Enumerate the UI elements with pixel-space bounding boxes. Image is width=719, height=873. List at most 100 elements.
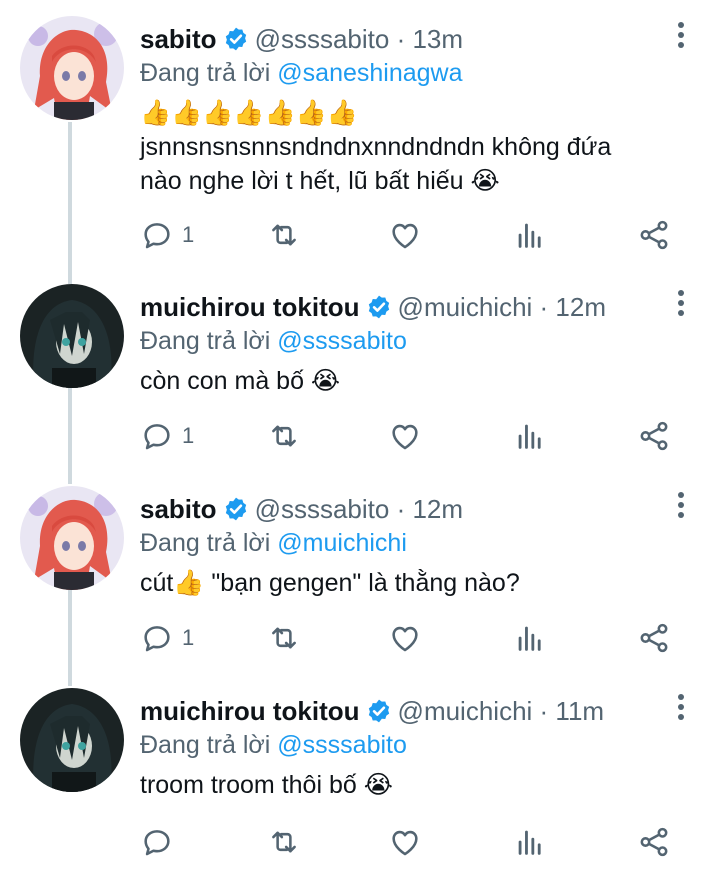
- share-icon: [637, 825, 671, 859]
- reply-button[interactable]: 1: [140, 618, 194, 658]
- share-button[interactable]: [637, 618, 671, 658]
- timestamp[interactable]: 12m: [555, 292, 606, 322]
- reply-button[interactable]: 1: [140, 416, 194, 456]
- reply-prefix: Đang trả lời: [140, 529, 271, 557]
- action-bar: [140, 822, 680, 862]
- analytics-button[interactable]: [513, 618, 547, 658]
- avatar-image: [20, 284, 124, 388]
- analytics-button[interactable]: [513, 416, 547, 456]
- action-bar: 1: [140, 215, 680, 255]
- tweet-text-line: troom troom thôi bố 😭: [140, 771, 393, 799]
- more-options-icon[interactable]: [677, 290, 685, 320]
- verified-badge-icon: [366, 294, 392, 328]
- reply-prefix: Đang trả lời: [140, 327, 271, 355]
- reply-count: 1: [182, 423, 195, 448]
- like-button[interactable]: [388, 215, 422, 255]
- retweet-button[interactable]: [267, 416, 301, 456]
- separator-dot: ·: [532, 696, 556, 726]
- timestamp[interactable]: 11m: [555, 696, 604, 726]
- share-icon: [637, 218, 671, 252]
- analytics-button[interactable]: [513, 215, 547, 255]
- reply-icon: [140, 621, 174, 655]
- retweet-button[interactable]: [267, 618, 301, 658]
- like-button[interactable]: [388, 416, 422, 456]
- avatar[interactable]: [20, 16, 124, 120]
- reply-prefix: Đang trả lời: [140, 59, 271, 87]
- reply-icon: [140, 218, 174, 252]
- like-button[interactable]: [388, 822, 422, 862]
- avatar[interactable]: [20, 486, 124, 590]
- display-name[interactable]: muichirou tokitou: [140, 292, 360, 322]
- timestamp[interactable]: 13m: [412, 24, 463, 54]
- heart-icon: [388, 218, 422, 252]
- user-handle[interactable]: @ssssabito: [255, 494, 390, 524]
- reply-mention-link[interactable]: @muichichi: [277, 529, 407, 557]
- action-bar: 1: [140, 416, 680, 456]
- verified-badge-icon: [223, 496, 249, 530]
- more-options-icon[interactable]: [677, 694, 685, 724]
- reply-mention-link[interactable]: @ssssabito: [277, 327, 407, 355]
- tweet[interactable]: muichirou tokitou @muichichi · 12m Đang t…: [0, 268, 719, 470]
- tweet-text-line: cút👍 "bạn gengen" là thằng nào?: [140, 569, 520, 597]
- reply-context: Đang trả lời @ssssabito: [140, 324, 407, 358]
- display-name[interactable]: sabito: [140, 24, 217, 54]
- heart-icon: [388, 621, 422, 655]
- avatar[interactable]: [20, 688, 124, 792]
- reply-prefix: Đang trả lời: [140, 731, 271, 759]
- share-icon: [637, 419, 671, 453]
- more-options-icon[interactable]: [677, 22, 685, 52]
- reply-count: 1: [182, 222, 195, 247]
- retweet-button[interactable]: [267, 822, 301, 862]
- tweet[interactable]: muichirou tokitou @muichichi · 11m Đang t…: [0, 672, 719, 873]
- retweet-icon: [267, 218, 301, 252]
- display-name[interactable]: sabito: [140, 494, 217, 524]
- reply-count: 1: [182, 625, 195, 650]
- reply-icon: [140, 419, 174, 453]
- tweet[interactable]: sabito @ssssabito · 12m Đang trả lời @mui…: [0, 470, 719, 672]
- retweet-icon: [267, 621, 301, 655]
- separator-dot: ·: [389, 24, 413, 54]
- reply-button[interactable]: [140, 822, 182, 862]
- tweet-text-line: jsnnsnsnsnnsndndnxnndndndn không đứa: [140, 133, 612, 161]
- avatar-image: [20, 486, 124, 590]
- reply-mention-link[interactable]: @saneshinagwa: [277, 59, 462, 87]
- retweet-button[interactable]: [267, 215, 301, 255]
- action-bar: 1: [140, 618, 680, 658]
- reply-context: Đang trả lời @muichichi: [140, 526, 407, 560]
- verified-badge-icon: [223, 26, 249, 60]
- user-handle[interactable]: @muichichi: [398, 292, 533, 322]
- avatar[interactable]: [20, 284, 124, 388]
- user-handle[interactable]: @muichichi: [398, 696, 533, 726]
- avatar-image: [20, 688, 124, 792]
- reply-icon: [140, 825, 174, 859]
- separator-dot: ·: [532, 292, 556, 322]
- bar-chart-icon: [513, 825, 547, 859]
- reply-context: Đang trả lời @ssssabito: [140, 728, 407, 762]
- bar-chart-icon: [513, 621, 547, 655]
- more-options-icon[interactable]: [677, 492, 685, 522]
- avatar-image: [20, 16, 124, 120]
- timestamp[interactable]: 12m: [412, 494, 463, 524]
- bar-chart-icon: [513, 218, 547, 252]
- share-icon: [637, 621, 671, 655]
- user-handle[interactable]: @ssssabito: [255, 24, 390, 54]
- retweet-icon: [267, 825, 301, 859]
- tweet-text-line: 👍👍👍👍👍👍👍: [140, 98, 358, 127]
- reply-context: Đang trả lời @saneshinagwa: [140, 56, 463, 90]
- analytics-button[interactable]: [513, 822, 547, 862]
- separator-dot: ·: [389, 494, 413, 524]
- bar-chart-icon: [513, 419, 547, 453]
- tweet-text-line: nào nghe lời t hết, lũ bất hiếu 😭: [140, 167, 500, 195]
- display-name[interactable]: muichirou tokitou: [140, 696, 360, 726]
- verified-badge-icon: [366, 698, 392, 732]
- reply-button[interactable]: 1: [140, 215, 194, 255]
- like-button[interactable]: [388, 618, 422, 658]
- tweet[interactable]: sabito @ssssabito · 13m Đang trả lời @san…: [0, 0, 719, 270]
- share-button[interactable]: [637, 416, 671, 456]
- share-button[interactable]: [637, 215, 671, 255]
- heart-icon: [388, 419, 422, 453]
- reply-mention-link[interactable]: @ssssabito: [277, 731, 407, 759]
- retweet-icon: [267, 419, 301, 453]
- heart-icon: [388, 825, 422, 859]
- share-button[interactable]: [637, 822, 671, 862]
